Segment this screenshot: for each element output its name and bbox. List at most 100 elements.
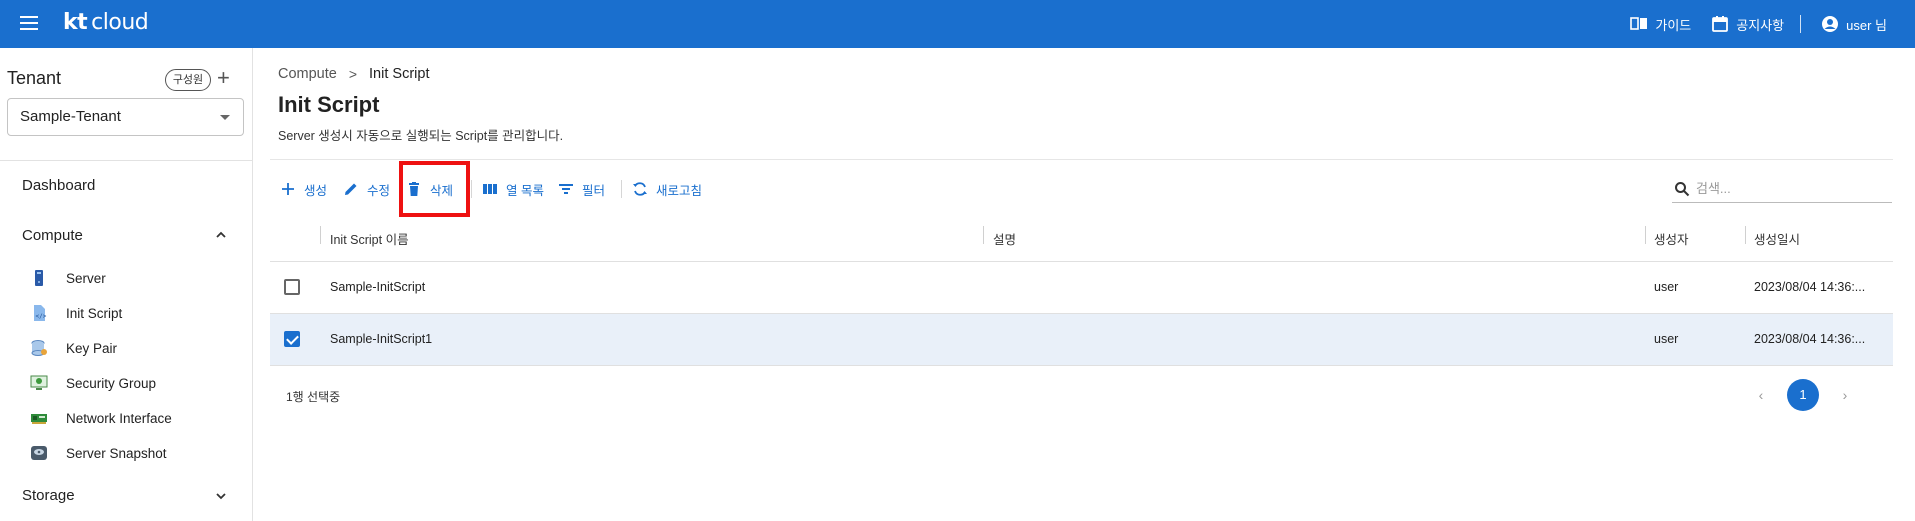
sidebar-item-init-script[interactable]: </> Init Script <box>30 302 122 324</box>
delete-button-highlight <box>399 161 470 217</box>
refresh-button[interactable]: 새로고침 <box>632 176 702 202</box>
sidebar-divider <box>0 160 253 161</box>
column-separator <box>1645 226 1646 244</box>
logo[interactable]: kt cloud <box>63 10 149 35</box>
logo-sub: cloud <box>91 10 149 35</box>
filter-label: 필터 <box>582 183 606 198</box>
column-header-created-at[interactable]: 생성일시 <box>1754 229 1800 248</box>
search-icon <box>1675 182 1690 197</box>
script-file-icon: </> <box>30 304 48 322</box>
sidebar-item-security-group[interactable]: Security Group <box>30 372 156 394</box>
column-separator <box>983 226 984 244</box>
column-separator <box>320 226 321 244</box>
menu-icon[interactable] <box>20 16 38 30</box>
columns-button[interactable]: 열 목록 <box>482 176 544 202</box>
pencil-icon <box>343 181 359 197</box>
toolbar-divider <box>471 180 473 198</box>
selected-count: 1행 선택중 <box>286 390 341 404</box>
add-tenant-button[interactable]: + <box>217 65 230 91</box>
user-label: user 님 <box>1846 17 1887 33</box>
breadcrumb: Compute > Init Script <box>278 66 429 82</box>
sidebar-item-key-pair[interactable]: Key Pair <box>30 337 117 359</box>
sidebar-item-network-interface[interactable]: Network Interface <box>30 407 172 429</box>
tenant-title: Tenant <box>7 68 62 88</box>
sidebar-item-server[interactable]: Server <box>30 267 106 289</box>
book-icon <box>1630 15 1648 33</box>
refresh-icon <box>632 181 648 197</box>
table-header: Init Script 이름 설명 생성자 생성일시 <box>270 214 1893 262</box>
cell-name: Sample-InitScript <box>330 280 426 294</box>
snapshot-disk-icon <box>30 444 48 462</box>
breadcrumb-current: Init Script <box>369 66 430 82</box>
breadcrumb-separator: > <box>348 66 358 82</box>
pagination: ‹ 1 › <box>1749 379 1857 411</box>
cell-creator: user <box>1654 280 1679 294</box>
toolbar: 생성 수정 삭제 열 목록 필터 새로고침 <box>280 176 702 202</box>
chevron-down-icon[interactable] <box>216 491 226 501</box>
next-page-icon[interactable]: › <box>1833 379 1857 411</box>
topbar-divider <box>1800 15 1802 33</box>
column-header-description[interactable]: 설명 <box>993 229 1016 248</box>
table-row[interactable]: Sample-InitScript1 user 2023/08/04 14:36… <box>270 314 1893 366</box>
chevron-up-icon[interactable] <box>216 230 226 240</box>
breadcrumb-parent[interactable]: Compute <box>278 66 337 82</box>
cell-created-at: 2023/08/04 14:36:... <box>1754 280 1866 294</box>
edit-label: 수정 <box>367 183 391 198</box>
search-input[interactable] <box>1696 177 1886 199</box>
notice-link[interactable]: 공지사항 <box>1711 15 1784 34</box>
cell-creator: user <box>1654 332 1679 346</box>
sidebar-item-label: Network Interface <box>66 410 172 426</box>
sidebar-item-server-snapshot[interactable]: Server Snapshot <box>30 442 167 464</box>
tenant-select[interactable]: Sample-Tenant <box>7 98 244 136</box>
members-button[interactable]: 구성원 <box>165 69 211 91</box>
sidebar-section-compute[interactable]: Compute <box>22 227 83 244</box>
columns-label: 열 목록 <box>506 183 545 198</box>
refresh-label: 새로고침 <box>656 183 703 198</box>
user-avatar-icon <box>1821 15 1839 33</box>
sidebar-item-label: Security Group <box>66 375 157 391</box>
columns-icon <box>482 181 498 197</box>
search-box[interactable] <box>1672 175 1892 203</box>
top-bar: kt cloud 가이드 공지사항 user 님 <box>0 0 1915 48</box>
page-title: Init Script <box>278 92 380 117</box>
tenant-select-value: Sample-Tenant <box>20 108 121 125</box>
edit-button[interactable]: 수정 <box>343 176 390 202</box>
create-label: 생성 <box>304 183 328 198</box>
cell-created-at: 2023/08/04 14:36:... <box>1754 332 1866 346</box>
dropdown-caret-icon <box>220 115 230 120</box>
table-row[interactable]: Sample-InitScript user 2023/08/04 14:36:… <box>270 262 1893 314</box>
key-pair-icon <box>30 339 48 357</box>
guide-label: 가이드 <box>1655 17 1692 33</box>
cell-name: Sample-InitScript1 <box>330 332 433 346</box>
server-icon <box>30 269 48 287</box>
filter-button[interactable]: 필터 <box>558 176 605 202</box>
sidebar-item-dashboard[interactable]: Dashboard <box>22 177 95 194</box>
sidebar-item-label: Key Pair <box>66 340 118 356</box>
logo-main: kt <box>63 10 88 35</box>
user-menu[interactable]: user 님 <box>1821 15 1887 34</box>
table-footer: 1행 선택중 ‹ 1 › <box>270 371 1893 419</box>
calendar-icon <box>1711 15 1729 33</box>
toolbar-divider <box>621 180 623 198</box>
prev-page-icon[interactable]: ‹ <box>1749 379 1773 411</box>
guide-link[interactable]: 가이드 <box>1630 15 1691 34</box>
plus-icon <box>280 181 296 197</box>
sidebar-item-label: Init Script <box>66 305 123 321</box>
network-card-icon <box>30 409 48 427</box>
sidebar-item-label: Server Snapshot <box>66 445 167 461</box>
sidebar: Tenant 구성원 + Sample-Tenant Dashboard Com… <box>0 48 253 521</box>
security-group-icon <box>30 374 48 392</box>
column-header-creator[interactable]: 생성자 <box>1654 229 1689 248</box>
row-checkbox[interactable] <box>284 331 300 347</box>
column-separator <box>1745 226 1746 244</box>
filter-icon <box>558 181 574 197</box>
content-divider <box>270 159 1893 160</box>
row-checkbox[interactable] <box>284 279 300 295</box>
page-number-button[interactable]: 1 <box>1787 379 1819 411</box>
notice-label: 공지사항 <box>1736 17 1785 33</box>
create-button[interactable]: 생성 <box>280 176 327 202</box>
sidebar-section-storage[interactable]: Storage <box>22 487 75 504</box>
init-script-table: Init Script 이름 설명 생성자 생성일시 Sample-InitSc… <box>270 214 1893 366</box>
svg-text:</>: </> <box>36 313 47 320</box>
column-header-name[interactable]: Init Script 이름 <box>330 229 409 248</box>
